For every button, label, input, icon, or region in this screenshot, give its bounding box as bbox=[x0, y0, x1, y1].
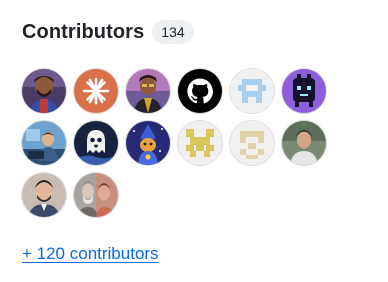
more-contributors-link[interactable]: + 120 contributors bbox=[22, 244, 159, 264]
pixel-monster-avatar-icon bbox=[282, 69, 326, 113]
contributor-avatar-13[interactable] bbox=[22, 173, 66, 217]
yellow-pixel-identicon-avatar-icon bbox=[178, 121, 222, 165]
photo-person-avatar-icon bbox=[282, 121, 326, 165]
blue-pixel-identicon-avatar-icon bbox=[230, 69, 274, 113]
contributor-avatar-2[interactable] bbox=[74, 69, 118, 113]
orange-asterisk-avatar-icon bbox=[74, 69, 118, 113]
contributor-avatar-5[interactable] bbox=[230, 69, 274, 113]
beige-pixel-identicon-avatar-icon bbox=[230, 121, 274, 165]
contributors-header: Contributors 134 bbox=[22, 16, 362, 48]
contributor-avatar-4[interactable] bbox=[178, 69, 222, 113]
illustrated-man-avatar-icon bbox=[126, 69, 170, 113]
contributor-avatar-3[interactable] bbox=[126, 69, 170, 113]
photo-person-avatar-icon bbox=[22, 173, 66, 217]
contributor-avatar-14[interactable] bbox=[74, 173, 118, 217]
contributor-avatar-12[interactable] bbox=[282, 121, 326, 165]
contributors-count-badge: 134 bbox=[152, 20, 194, 44]
photo-person-avatar-icon bbox=[74, 173, 118, 217]
avatar-list bbox=[22, 69, 342, 217]
contributor-avatar-7[interactable] bbox=[22, 121, 66, 165]
contributor-avatar-11[interactable] bbox=[230, 121, 274, 165]
contributor-avatar-9[interactable] bbox=[126, 121, 170, 165]
contributors-section: Contributors 134 + 120 contributors bbox=[22, 16, 362, 263]
contributor-avatar-8[interactable] bbox=[74, 121, 118, 165]
ghost-avatar-icon bbox=[74, 121, 118, 165]
contributor-avatar-1[interactable] bbox=[22, 69, 66, 113]
contributor-avatar-6[interactable] bbox=[282, 69, 326, 113]
illustrated-man-avatar-icon bbox=[22, 69, 66, 113]
contributors-title[interactable]: Contributors bbox=[22, 21, 144, 44]
illustrated-person-avatar-icon bbox=[22, 121, 66, 165]
wizard-cat-avatar-icon bbox=[126, 121, 170, 165]
github-octocat-avatar-icon bbox=[178, 69, 222, 113]
contributor-avatar-10[interactable] bbox=[178, 121, 222, 165]
